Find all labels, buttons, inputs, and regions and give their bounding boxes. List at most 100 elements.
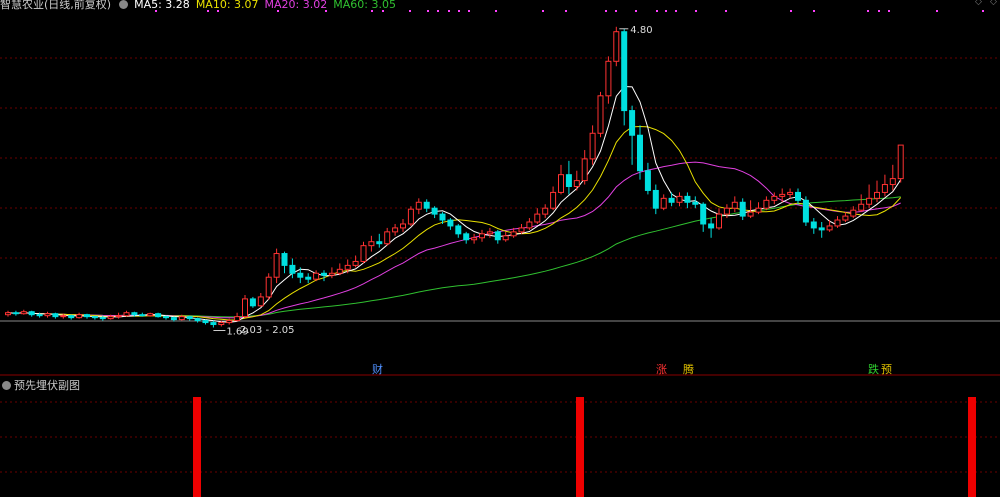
candle [597, 91, 604, 138]
next-arrow-icon[interactable]: ◇ [990, 0, 997, 7]
subchart-header: 预先埋伏副图 [0, 377, 80, 393]
candle [400, 219, 406, 232]
candle-body [321, 272, 327, 276]
candle [731, 196, 738, 213]
candle-body [44, 313, 51, 317]
event-label: 预 [881, 363, 892, 376]
candle [502, 231, 509, 242]
candle-body [52, 313, 59, 318]
candle-body [826, 225, 833, 231]
candle-body [202, 320, 209, 324]
candle [889, 164, 896, 191]
candle-body [637, 134, 643, 172]
candle-body [668, 197, 675, 203]
candle-body [344, 264, 351, 270]
candle-body [858, 203, 865, 211]
candle-body [400, 223, 406, 229]
candle-body [897, 144, 904, 180]
candle-body [131, 312, 138, 316]
candle [629, 105, 636, 165]
candle [336, 263, 343, 276]
candle-body [708, 223, 715, 229]
candle-body [139, 314, 146, 317]
candle [542, 204, 549, 219]
candle-body [281, 253, 288, 266]
candle-body [186, 316, 193, 320]
signal-dot [437, 10, 439, 12]
event-label: 腾 [683, 362, 694, 376]
event-label: 财 [372, 362, 383, 376]
settings-icon[interactable] [119, 0, 129, 9]
candle [684, 192, 691, 209]
candle-body [226, 320, 233, 324]
candle-body [518, 227, 525, 233]
candle [471, 233, 478, 244]
prev-arrow-icon[interactable]: ◇ [975, 0, 982, 7]
candle-body [621, 31, 628, 112]
candle-body [115, 315, 122, 318]
candle [123, 310, 130, 317]
chart-header: 智慧农业(日线,前复权) MA5: 3.28 MA10: 3.07 MA20: 3.0… [0, 0, 402, 11]
candle-body [336, 268, 343, 274]
candle-body [360, 245, 367, 262]
candle [257, 292, 264, 307]
candle-body [502, 235, 509, 241]
candle [755, 202, 762, 215]
signal-dot [468, 10, 470, 12]
candle-body [384, 231, 391, 245]
stock-title[interactable]: 智慧农业(日线,前复权) [0, 0, 111, 11]
candle [565, 160, 572, 195]
candle-body [68, 315, 75, 319]
subchart-signal-bar [576, 397, 584, 497]
candle-body [170, 317, 177, 321]
subchart-settings-icon[interactable] [2, 381, 11, 390]
candle [613, 26, 620, 67]
candle-body [305, 276, 312, 280]
subchart-title: 预先埋伏副图 [14, 379, 80, 392]
candle-body [605, 60, 612, 97]
candle-body [107, 316, 114, 320]
candle-body [36, 314, 43, 317]
candle-body [463, 233, 470, 241]
candle-body [700, 203, 707, 225]
candle-body [526, 221, 533, 229]
candle [708, 218, 715, 238]
candle-body [494, 231, 501, 241]
candle [249, 296, 256, 308]
candle-body [818, 227, 825, 231]
candle [68, 314, 75, 320]
candle-body [581, 158, 588, 182]
candle [163, 315, 169, 320]
candle-body [60, 315, 67, 318]
candle [84, 313, 90, 319]
candle [234, 312, 241, 322]
signal-dot [542, 10, 544, 12]
signal-dot [878, 10, 880, 12]
ma20-line [7, 161, 901, 319]
kline-chart[interactable]: 4.801.692.03 - 2.05财涨腾跌预 [0, 0, 1000, 497]
high-label: 4.80 [630, 25, 652, 36]
candle [115, 312, 122, 319]
signal-dot [565, 10, 567, 12]
candle [384, 227, 391, 246]
candle [194, 317, 201, 323]
candle-body [423, 201, 430, 209]
candle-body [257, 296, 264, 307]
candle [700, 202, 707, 232]
candle [810, 218, 817, 234]
candle-body [415, 201, 422, 210]
candle [802, 196, 809, 226]
candle-body [479, 233, 485, 239]
candle [739, 198, 746, 221]
candle-body [629, 110, 636, 136]
candle [494, 229, 501, 244]
candle-body [802, 199, 809, 223]
candle-body [147, 313, 154, 317]
candle [897, 144, 904, 183]
candle-body [123, 312, 130, 317]
candle [676, 192, 683, 207]
candle-body [550, 191, 557, 209]
candle-body [747, 211, 754, 217]
candle [431, 206, 438, 219]
candle-body [589, 132, 596, 160]
